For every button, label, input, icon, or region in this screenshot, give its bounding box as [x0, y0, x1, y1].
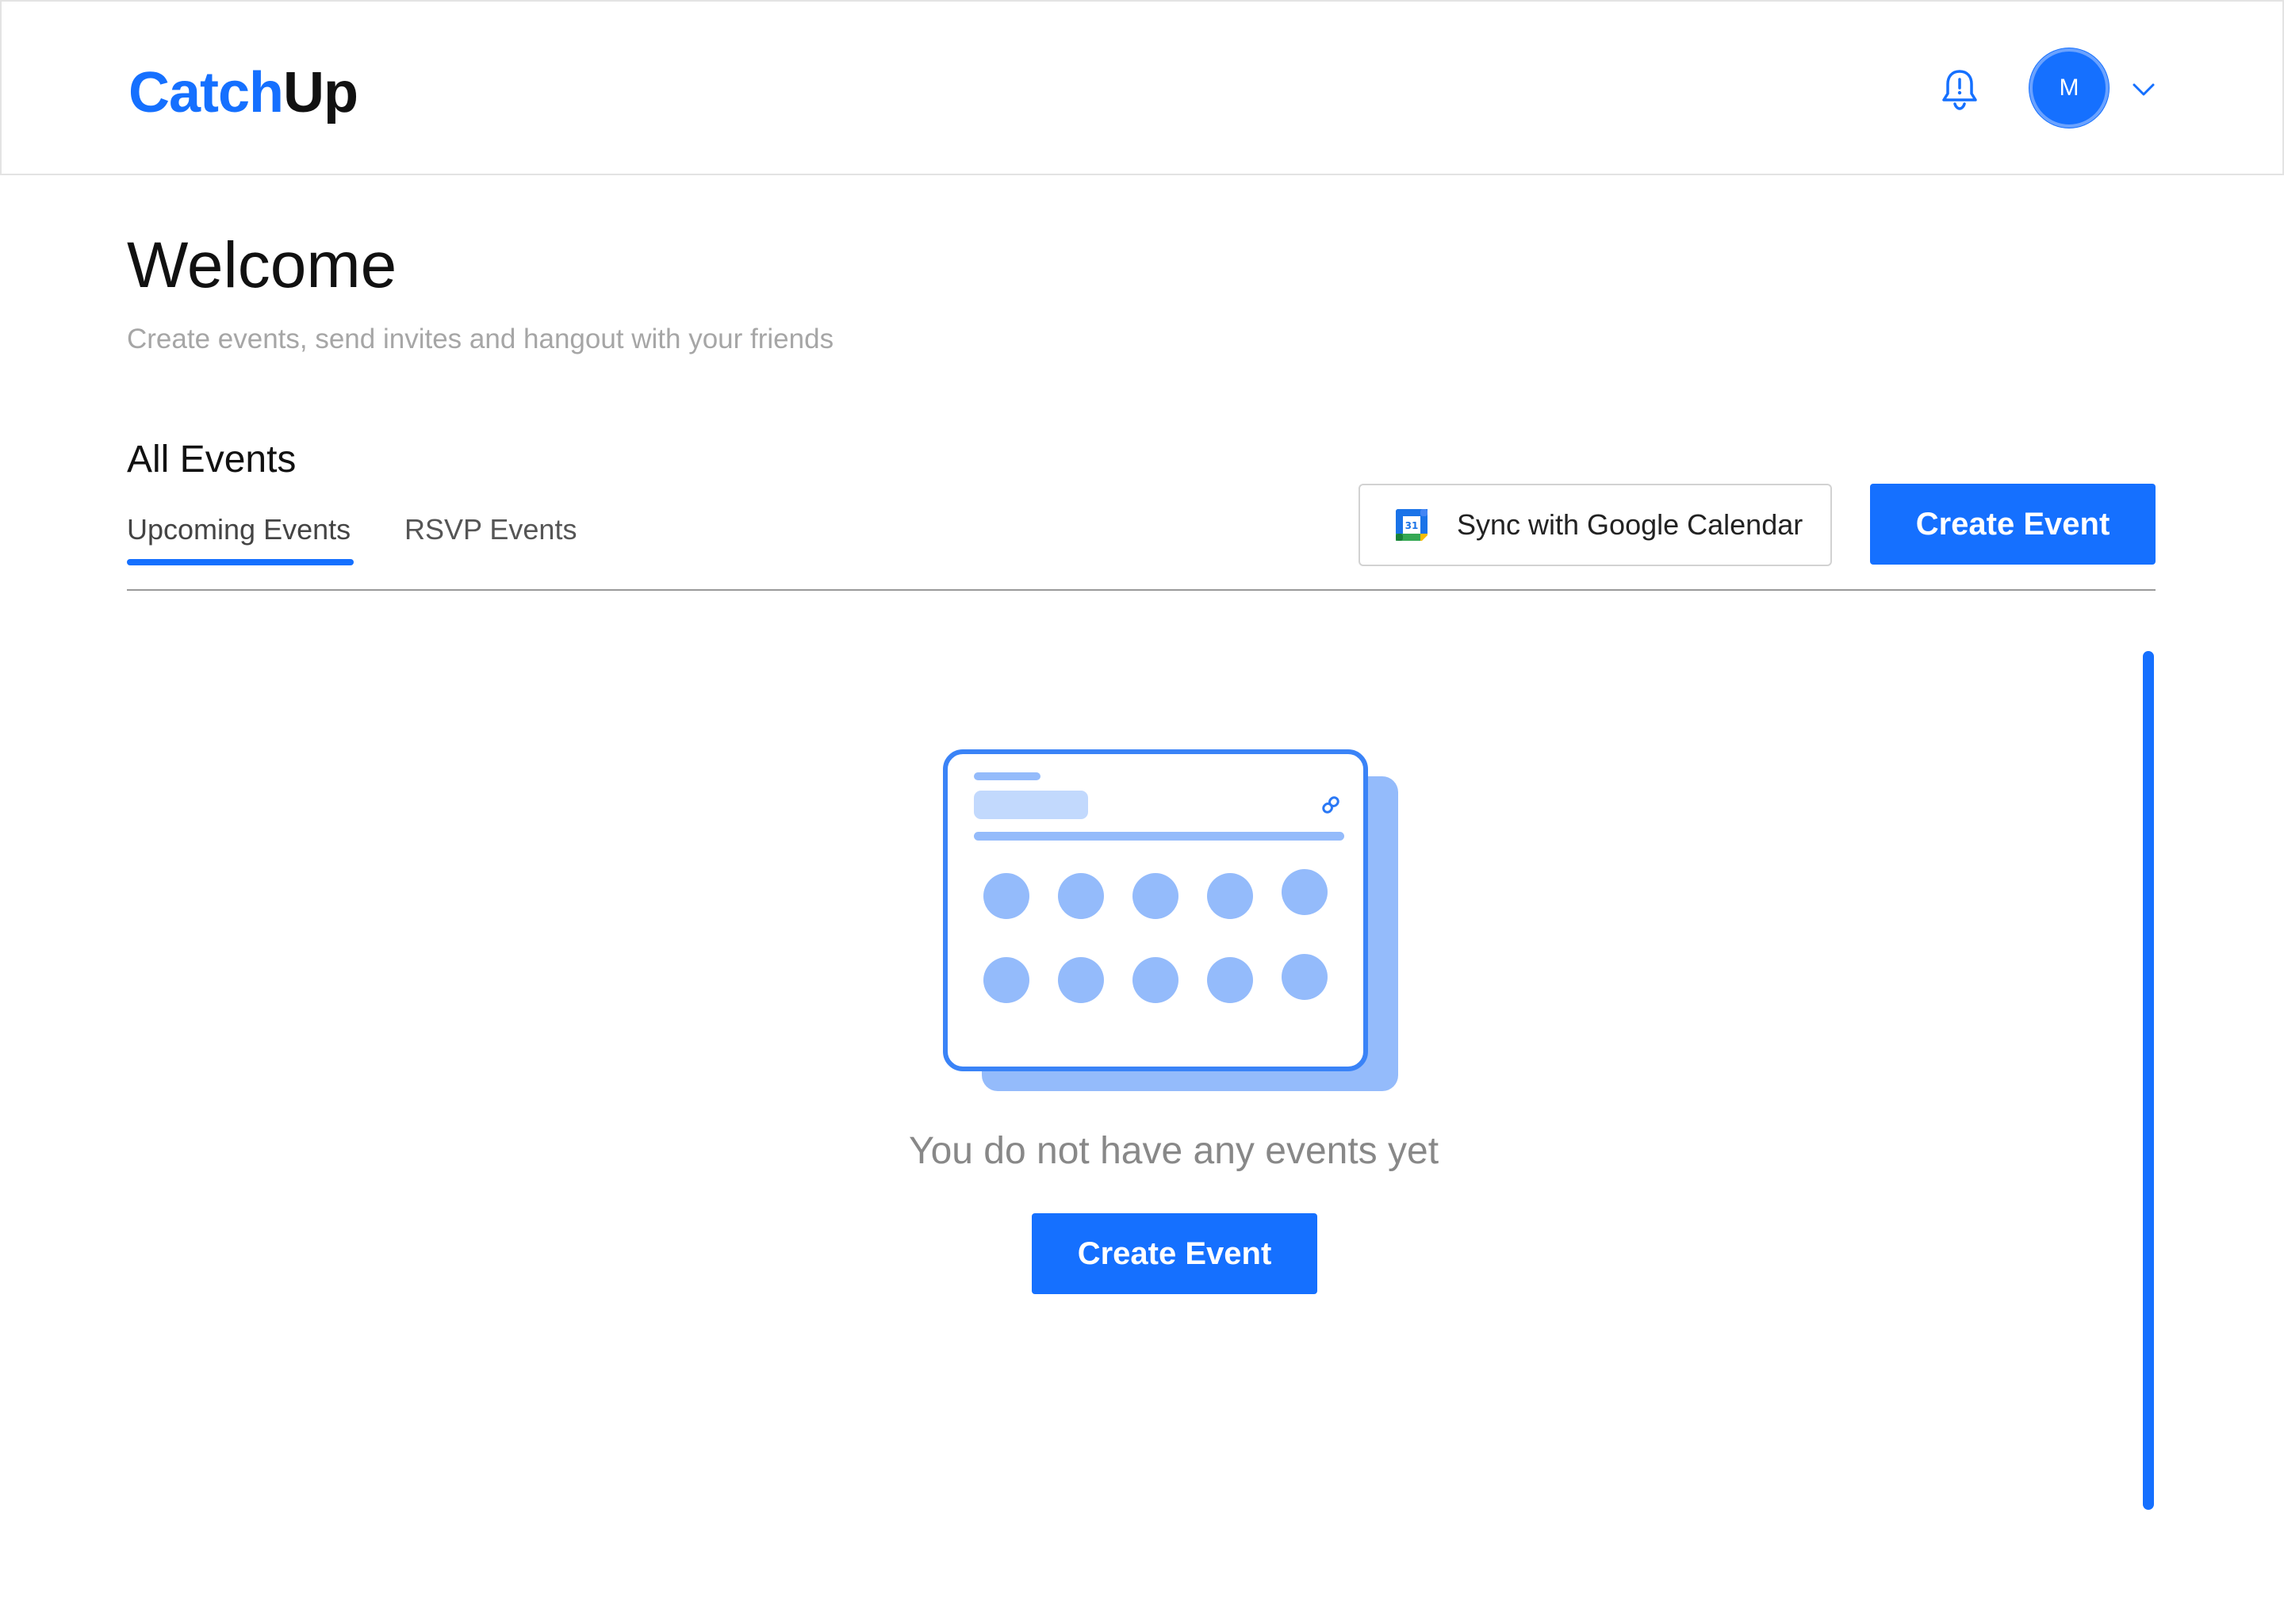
- tab-upcoming-events[interactable]: Upcoming Events: [127, 511, 351, 548]
- catchup-logo[interactable]: CatchUp: [128, 57, 358, 128]
- page-subtitle: Create events, send invites and hangout …: [127, 324, 834, 354]
- create-event-button[interactable]: Create Event: [1870, 484, 2156, 565]
- tab-rsvp-events[interactable]: RSVP Events: [404, 511, 577, 548]
- vertical-scrollbar[interactable]: [2143, 651, 2154, 1510]
- sync-google-calendar-button[interactable]: 31 Sync with Google Calendar: [1359, 484, 1832, 566]
- top-navbar: CatchUp M: [0, 0, 2284, 175]
- sync-button-label: Sync with Google Calendar: [1457, 508, 1803, 541]
- tabs-divider: [127, 589, 2156, 591]
- svg-text:31: 31: [1405, 520, 1419, 531]
- logo-text-up: Up: [283, 61, 358, 124]
- chevron-down-icon[interactable]: [2130, 76, 2157, 103]
- bell-icon[interactable]: [1939, 67, 1980, 111]
- empty-state-create-event-button[interactable]: Create Event: [1032, 1213, 1317, 1294]
- logo-text-catch: Catch: [128, 61, 284, 124]
- empty-state-message: You do not have any events yet: [908, 1130, 1439, 1172]
- user-avatar[interactable]: M: [2029, 48, 2109, 128]
- calendar-illustration: [943, 749, 1398, 1091]
- active-tab-indicator: [127, 559, 354, 565]
- page-title: Welcome: [127, 229, 397, 301]
- section-title-all-events: All Events: [127, 439, 297, 481]
- google-calendar-icon: 31: [1396, 509, 1428, 541]
